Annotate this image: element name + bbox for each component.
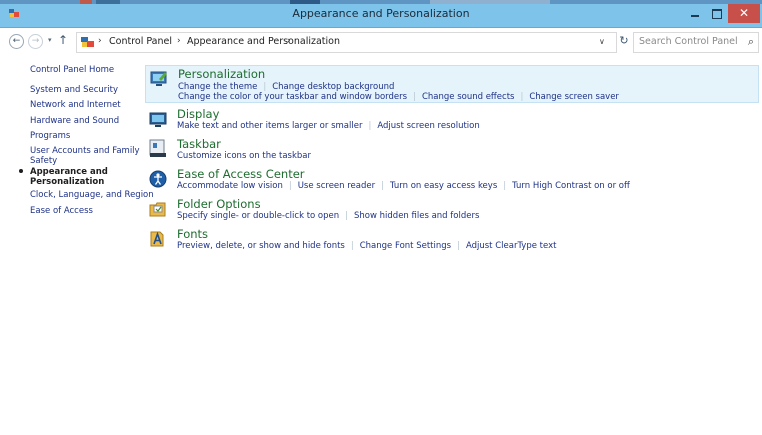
link-customize-taskbar-icons[interactable]: Customize icons on the taskbar	[177, 151, 311, 161]
link-accommodate-low-vision[interactable]: Accommodate low vision	[177, 181, 283, 191]
control-panel-icon	[81, 37, 94, 47]
link-change-desktop-background[interactable]: Change desktop background	[272, 82, 394, 92]
link-separator: |	[368, 121, 372, 131]
category-title[interactable]: Display	[177, 107, 219, 121]
link-separator: |	[457, 241, 460, 251]
navigation-bar: ← → ▾ ↑ › Control Panel › Appearance and…	[0, 28, 762, 56]
sidebar-item-label: Personalization	[30, 177, 105, 187]
folder-options-icon	[149, 202, 166, 217]
sidebar-item-hardware-sound[interactable]: Hardware and Sound	[30, 116, 119, 126]
category-title[interactable]: Fonts	[177, 227, 208, 241]
category-title[interactable]: Taskbar	[177, 137, 221, 151]
sidebar-item-ease-of-access[interactable]: Ease of Access	[30, 206, 93, 216]
link-separator: |	[381, 181, 384, 191]
personalization-icon	[150, 71, 167, 86]
link-row: Customize icons on the taskbar	[177, 151, 311, 162]
link-easy-access-keys[interactable]: Turn on easy access keys	[390, 181, 497, 191]
sidebar-item-label: User Accounts and Family	[30, 146, 140, 156]
ease-of-access-icon	[149, 170, 167, 188]
taskbar-strip	[0, 0, 762, 4]
link-separator: |	[263, 82, 267, 92]
window-title: Appearance and Personalization	[292, 7, 470, 20]
link-high-contrast[interactable]: Turn High Contrast on or off	[512, 181, 630, 191]
link-separator: |	[520, 92, 524, 102]
refresh-button[interactable]: ↻	[617, 34, 631, 48]
breadcrumb-control-panel[interactable]: Control Panel	[109, 36, 172, 47]
breadcrumb-separator[interactable]: ›	[287, 36, 291, 46]
breadcrumb-separator[interactable]: ›	[98, 36, 102, 46]
back-button[interactable]: ←	[9, 34, 24, 49]
search-placeholder: Search Control Panel	[639, 36, 738, 47]
link-change-font-settings[interactable]: Change Font Settings	[360, 241, 451, 251]
forward-button[interactable]: →	[28, 34, 43, 49]
link-row: Specify single- or double-click to open |…	[177, 211, 479, 222]
fonts-icon	[150, 231, 164, 247]
breadcrumb-separator[interactable]: ›	[177, 36, 181, 46]
up-button[interactable]: ↑	[58, 33, 68, 47]
link-row: Make text and other items larger or smal…	[177, 121, 480, 132]
current-location-bullet	[19, 169, 23, 173]
link-preview-fonts[interactable]: Preview, delete, or show and hide fonts	[177, 241, 345, 251]
sidebar-item-system-security[interactable]: System and Security	[30, 85, 118, 95]
link-single-double-click[interactable]: Specify single- or double-click to open	[177, 211, 339, 221]
close-button[interactable]: ✕	[728, 4, 760, 23]
link-change-sound-effects[interactable]: Change sound effects	[422, 92, 515, 102]
category-title[interactable]: Ease of Access Center	[177, 167, 305, 181]
sidebar-item-appearance-current: Appearance and Personalization	[30, 167, 108, 187]
link-adjust-screen-resolution[interactable]: Adjust screen resolution	[377, 121, 479, 131]
recent-locations-dropdown[interactable]: ▾	[48, 36, 52, 44]
category-taskbar[interactable]: Taskbar Customize icons on the taskbar	[145, 135, 759, 163]
link-change-theme[interactable]: Change the theme	[178, 82, 257, 92]
link-use-screen-reader[interactable]: Use screen reader	[298, 181, 375, 191]
link-adjust-cleartype[interactable]: Adjust ClearType text	[466, 241, 557, 251]
title-bar: Appearance and Personalization ✕	[0, 0, 762, 28]
sidebar-item-control-panel-home[interactable]: Control Panel Home	[30, 65, 114, 75]
link-separator: |	[345, 211, 349, 221]
category-list: Personalization Change the theme | Change …	[145, 60, 760, 435]
sidebar-item-clock-language-region[interactable]: Clock, Language, and Region	[30, 190, 154, 200]
link-separator: |	[503, 181, 507, 191]
address-dropdown-icon[interactable]: ∨	[599, 37, 605, 46]
maximize-button[interactable]	[706, 4, 728, 23]
link-row: Change the color of your taskbar and win…	[178, 92, 619, 103]
search-icon[interactable]: ⌕	[748, 35, 754, 49]
sidebar: Control Panel Home System and Security N…	[0, 56, 154, 435]
taskbar-icon	[149, 139, 166, 157]
sidebar-item-label: Appearance and	[30, 167, 108, 177]
display-icon	[149, 112, 167, 127]
sidebar-item-user-accounts[interactable]: User Accounts and Family Safety	[30, 146, 140, 166]
category-display[interactable]: Display Make text and other items larger…	[145, 105, 759, 133]
sidebar-item-label: Safety	[30, 156, 58, 166]
link-separator: |	[288, 181, 292, 191]
link-separator: |	[413, 92, 416, 102]
category-folder-options[interactable]: Folder Options Specify single- or double…	[145, 195, 759, 223]
category-fonts[interactable]: Fonts Preview, delete, or show and hide …	[145, 225, 759, 253]
category-personalization[interactable]: Personalization Change the theme | Change …	[145, 65, 759, 103]
minimize-button[interactable]	[684, 4, 706, 23]
link-make-text-larger[interactable]: Make text and other items larger or smal…	[177, 121, 362, 131]
category-title[interactable]: Personalization	[178, 67, 265, 81]
breadcrumb-appearance[interactable]: Appearance and Personalization	[187, 36, 340, 47]
link-row: Accommodate low vision | Use screen reader…	[177, 181, 630, 192]
sidebar-item-programs[interactable]: Programs	[30, 131, 70, 141]
category-title[interactable]: Folder Options	[177, 197, 261, 211]
link-change-screen-saver[interactable]: Change screen saver	[529, 92, 619, 102]
address-bar[interactable]: › Control Panel › Appearance and Persona…	[76, 32, 617, 53]
link-show-hidden-files[interactable]: Show hidden files and folders	[354, 211, 479, 221]
sidebar-item-network-internet[interactable]: Network and Internet	[30, 100, 121, 110]
search-box[interactable]: Search Control Panel ⌕	[633, 32, 759, 53]
category-ease-of-access[interactable]: Ease of Access Center Accommodate low vi…	[145, 166, 759, 194]
link-row: Preview, delete, or show and hide fonts |…	[177, 241, 556, 252]
link-separator: |	[350, 241, 354, 251]
link-change-taskbar-color[interactable]: Change the color of your taskbar and win…	[178, 92, 407, 102]
